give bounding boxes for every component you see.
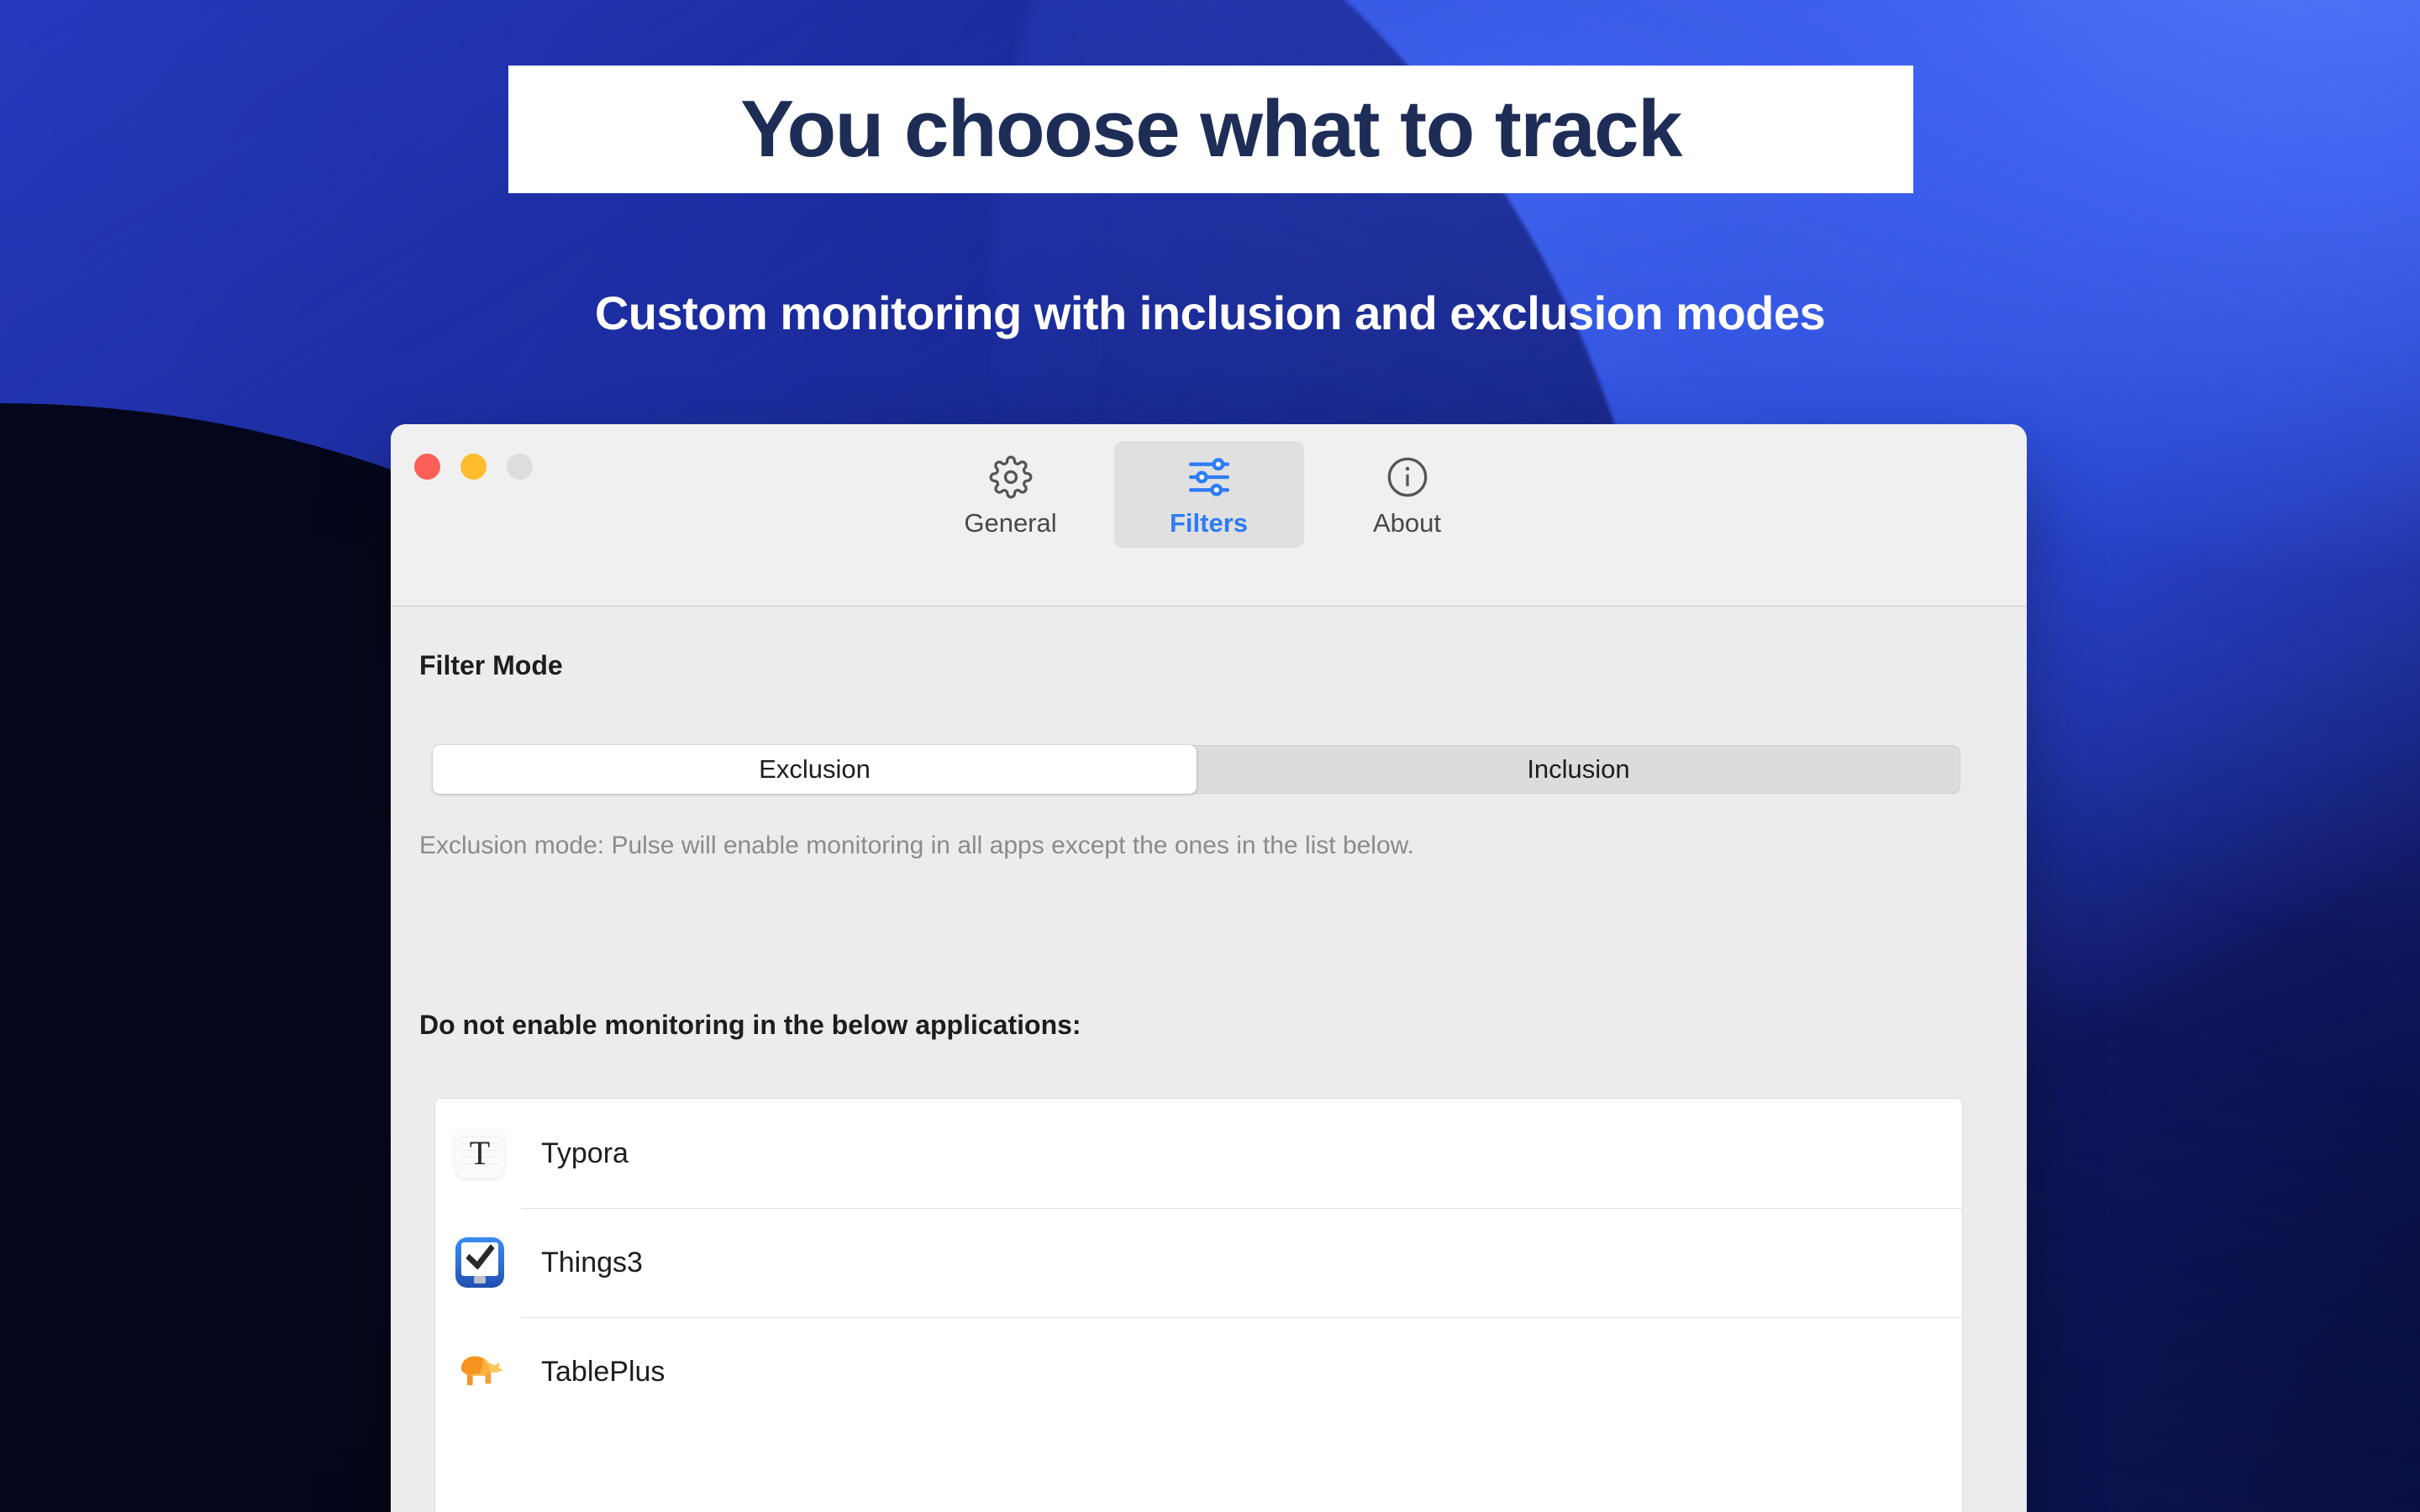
list-item[interactable]: T Typora <box>435 1099 1962 1208</box>
page-subtitle: Custom monitoring with inclusion and exc… <box>594 286 1826 339</box>
tab-filters[interactable]: Filters <box>1113 441 1304 548</box>
tableplus-app-icon <box>454 1346 506 1398</box>
sliders-icon <box>1186 454 1232 500</box>
tab-general-label: General <box>964 508 1057 538</box>
list-item-label: TablePlus <box>541 1355 666 1388</box>
application-list-heading: Do not enable monitoring in the below ap… <box>419 1010 1081 1040</box>
tab-about[interactable]: About <box>1313 441 1502 548</box>
list-item-label: Things3 <box>541 1246 643 1278</box>
preferences-window: General Filters About Filter Mode Exclus… <box>391 424 2027 1512</box>
segment-exclusion[interactable]: Exclusion <box>433 745 1197 794</box>
filter-mode-heading: Filter Mode <box>419 650 563 680</box>
typora-app-icon: T <box>454 1127 506 1179</box>
list-item[interactable]: TablePlus <box>435 1317 1962 1426</box>
headline-banner: You choose what to track <box>508 66 1913 193</box>
gear-icon <box>989 454 1033 500</box>
excluded-applications-list[interactable]: T Typora Things3 TablePlus <box>435 1099 1962 1512</box>
window-toolbar: General Filters About <box>391 424 2027 606</box>
filter-mode-description: Exclusion mode: Pulse will enable monito… <box>419 832 1415 859</box>
tab-filters-label: Filters <box>1169 508 1249 538</box>
tab-general[interactable]: General <box>916 441 1106 548</box>
list-item[interactable]: Things3 <box>435 1208 1962 1317</box>
tab-about-label: About <box>1372 508 1441 538</box>
segment-inclusion[interactable]: Inclusion <box>1197 745 1960 794</box>
filter-mode-segmented-control[interactable]: Exclusion Inclusion <box>433 745 1960 794</box>
info-circle-icon <box>1386 454 1429 500</box>
page-title: You choose what to track <box>740 84 1682 174</box>
things3-app-icon <box>454 1236 506 1289</box>
list-item-label: Typora <box>541 1137 629 1169</box>
toolbar-tab-bar: General Filters About <box>391 441 2027 548</box>
